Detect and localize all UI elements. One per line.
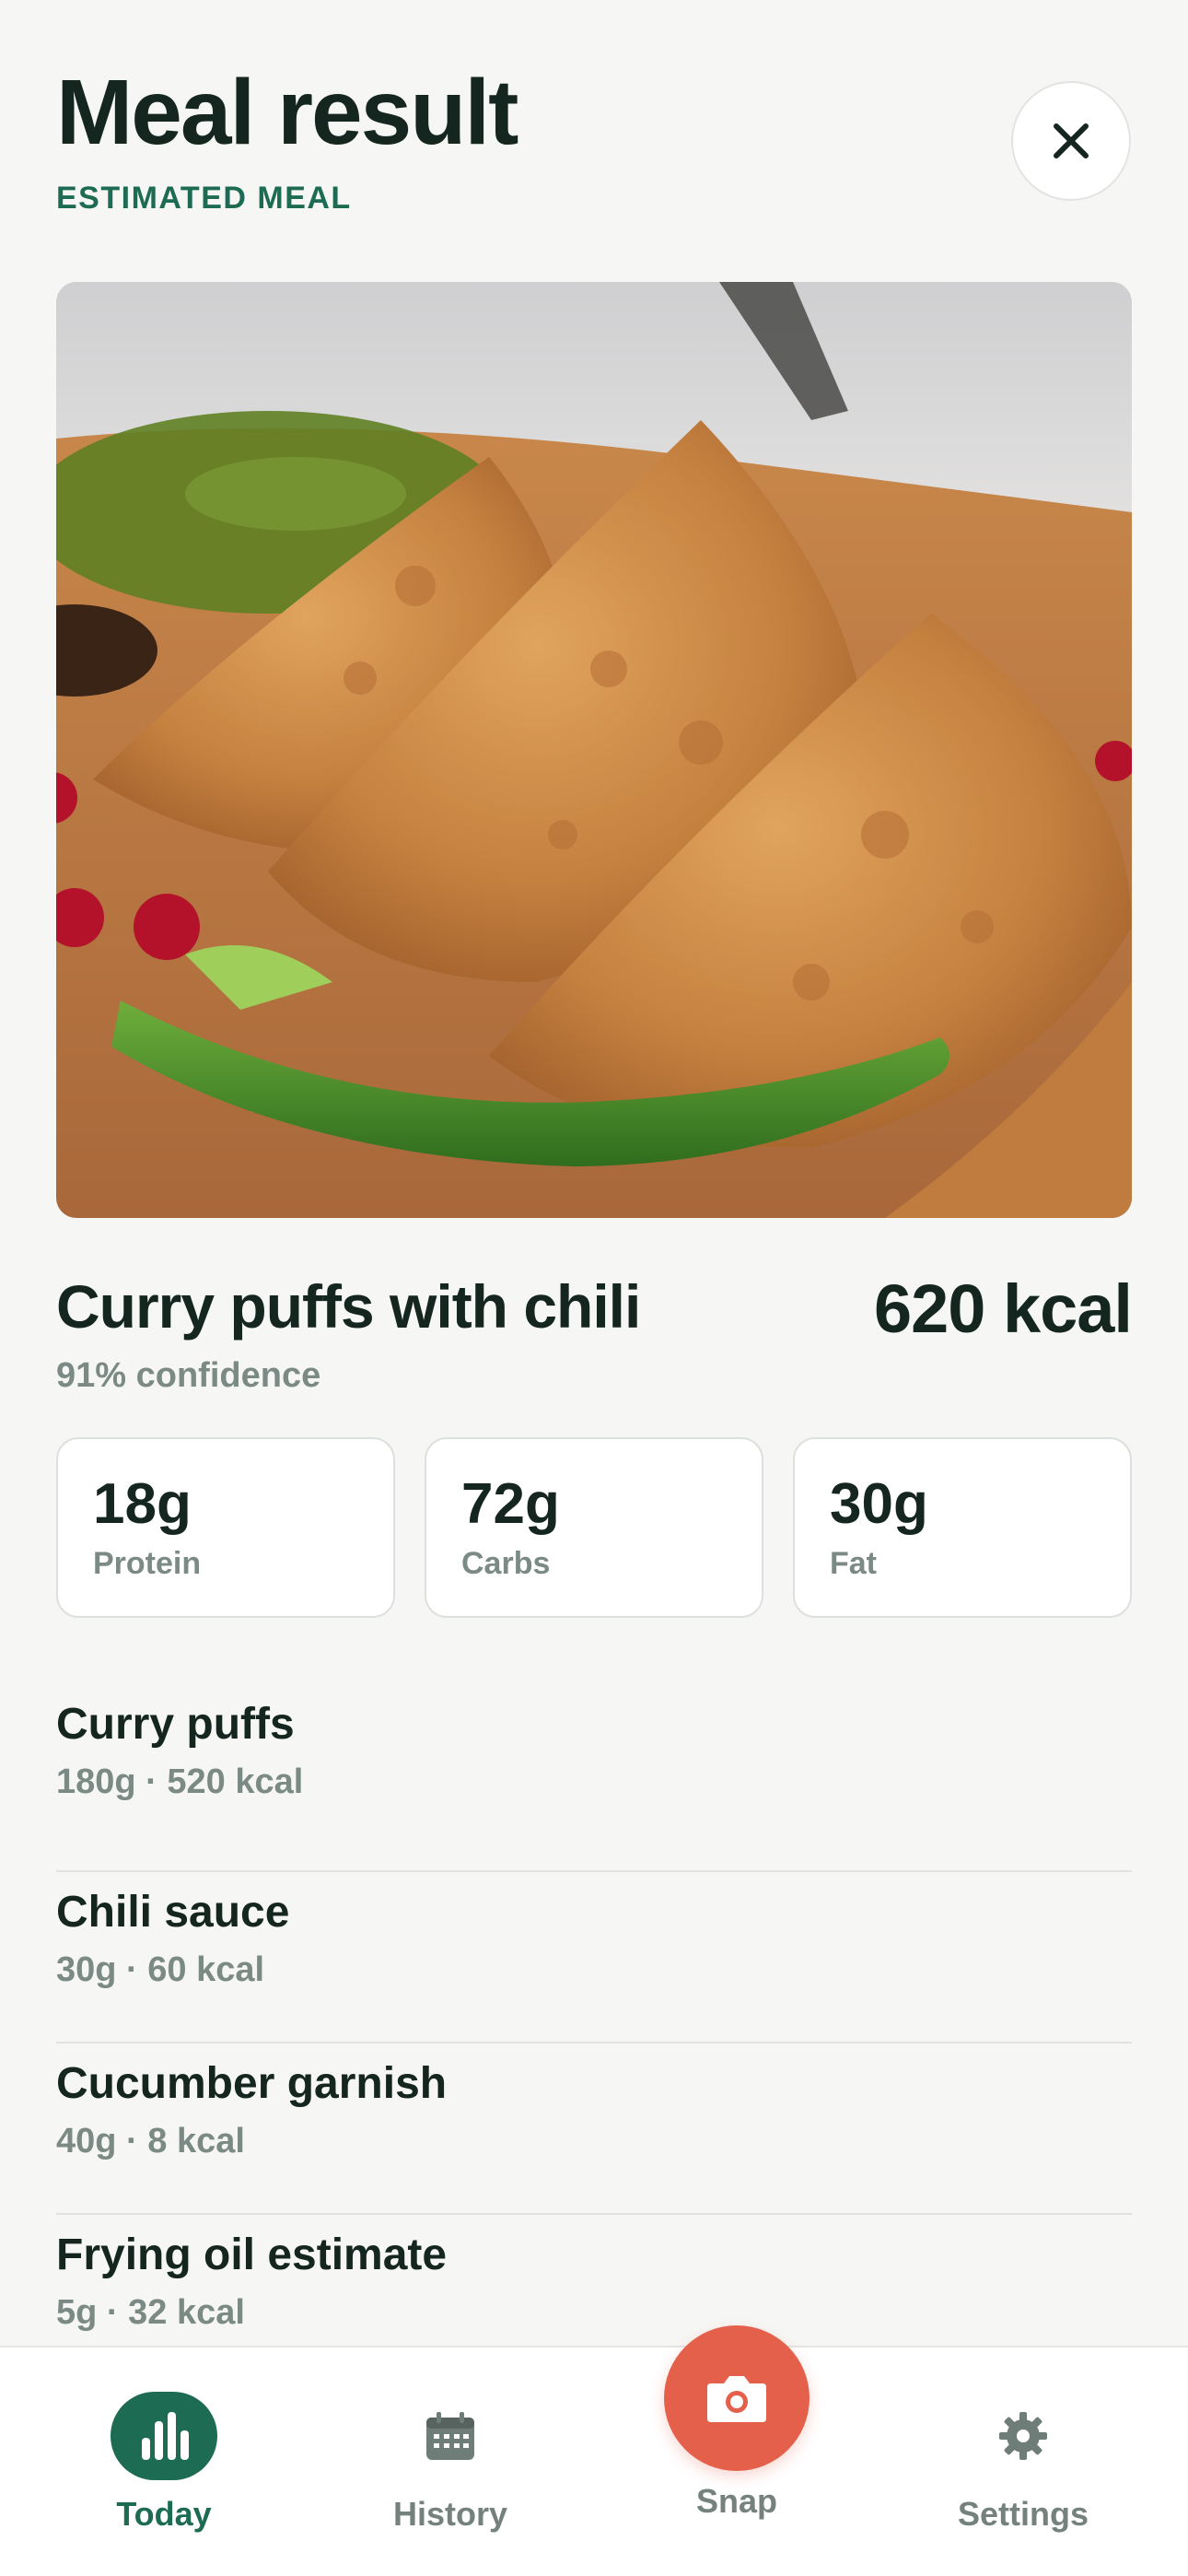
tab-label: Today xyxy=(116,2495,212,2533)
food-items-list: Curry puffs 180g · 520 kcal Chili sauce … xyxy=(56,1700,1132,2386)
meal-photo xyxy=(56,282,1132,1218)
page-subtitle: ESTIMATED MEAL xyxy=(56,181,352,216)
page-title: Meal result xyxy=(56,61,518,164)
macro-label: Carbs xyxy=(461,1546,551,1581)
tab-label: History xyxy=(392,2495,508,2533)
snap-label: Snap xyxy=(695,2482,777,2520)
item-meta: 180g · 520 kcal xyxy=(56,1762,304,1801)
camera-icon xyxy=(707,2376,766,2422)
item-meta: 40g · 8 kcal xyxy=(56,2121,245,2160)
tab-settings[interactable]: Settings xyxy=(908,2348,1138,2576)
macro-value: 18g xyxy=(93,1472,192,1536)
meal-name: Curry puffs with chili xyxy=(56,1272,641,1341)
item-name: Chili sauce xyxy=(56,1888,290,1937)
close-button[interactable] xyxy=(1011,81,1131,201)
macro-value: 72g xyxy=(461,1472,560,1536)
macro-label: Protein xyxy=(93,1546,202,1581)
item-name: Frying oil estimate xyxy=(56,2231,448,2279)
tab-today[interactable]: Today xyxy=(49,2348,279,2576)
gear-icon xyxy=(999,2412,1047,2460)
tab-label: Settings xyxy=(957,2495,1089,2533)
bottom-tab-bar: Today History Settings xyxy=(0,2346,1188,2576)
total-kcal: 620 kcal xyxy=(873,1270,1133,1347)
macro-label: Fat xyxy=(830,1546,877,1581)
macro-card-protein: 18g Protein xyxy=(56,1437,395,1618)
item-meta: 5g · 32 kcal xyxy=(56,2292,245,2332)
snap-button[interactable] xyxy=(664,2325,809,2471)
item-meta: 30g · 60 kcal xyxy=(56,1950,265,1989)
item-name: Cucumber garnish xyxy=(56,2059,448,2108)
meal-result-screen: Meal result ESTIMATED MEAL Curry puffs w… xyxy=(0,0,1188,2576)
list-item[interactable]: Chili sauce 30g · 60 kcal xyxy=(56,1872,1132,2043)
calendar-icon xyxy=(426,2412,474,2460)
bar-chart-icon xyxy=(142,2412,189,2460)
close-icon xyxy=(1054,123,1089,158)
macro-card-carbs: 72g Carbs xyxy=(425,1437,763,1618)
list-item[interactable]: Curry puffs 180g · 520 kcal xyxy=(56,1700,1132,1872)
macros-row: 18g Protein 72g Carbs 30g Fat xyxy=(56,1437,1132,1618)
item-name: Curry puffs xyxy=(56,1700,295,1749)
macro-value: 30g xyxy=(830,1472,928,1536)
list-item[interactable]: Cucumber garnish 40g · 8 kcal xyxy=(56,2043,1132,2215)
confidence-label: 91% confidence xyxy=(56,1356,321,1395)
tab-history[interactable]: History xyxy=(335,2348,565,2576)
macro-card-fat: 30g Fat xyxy=(793,1437,1132,1618)
